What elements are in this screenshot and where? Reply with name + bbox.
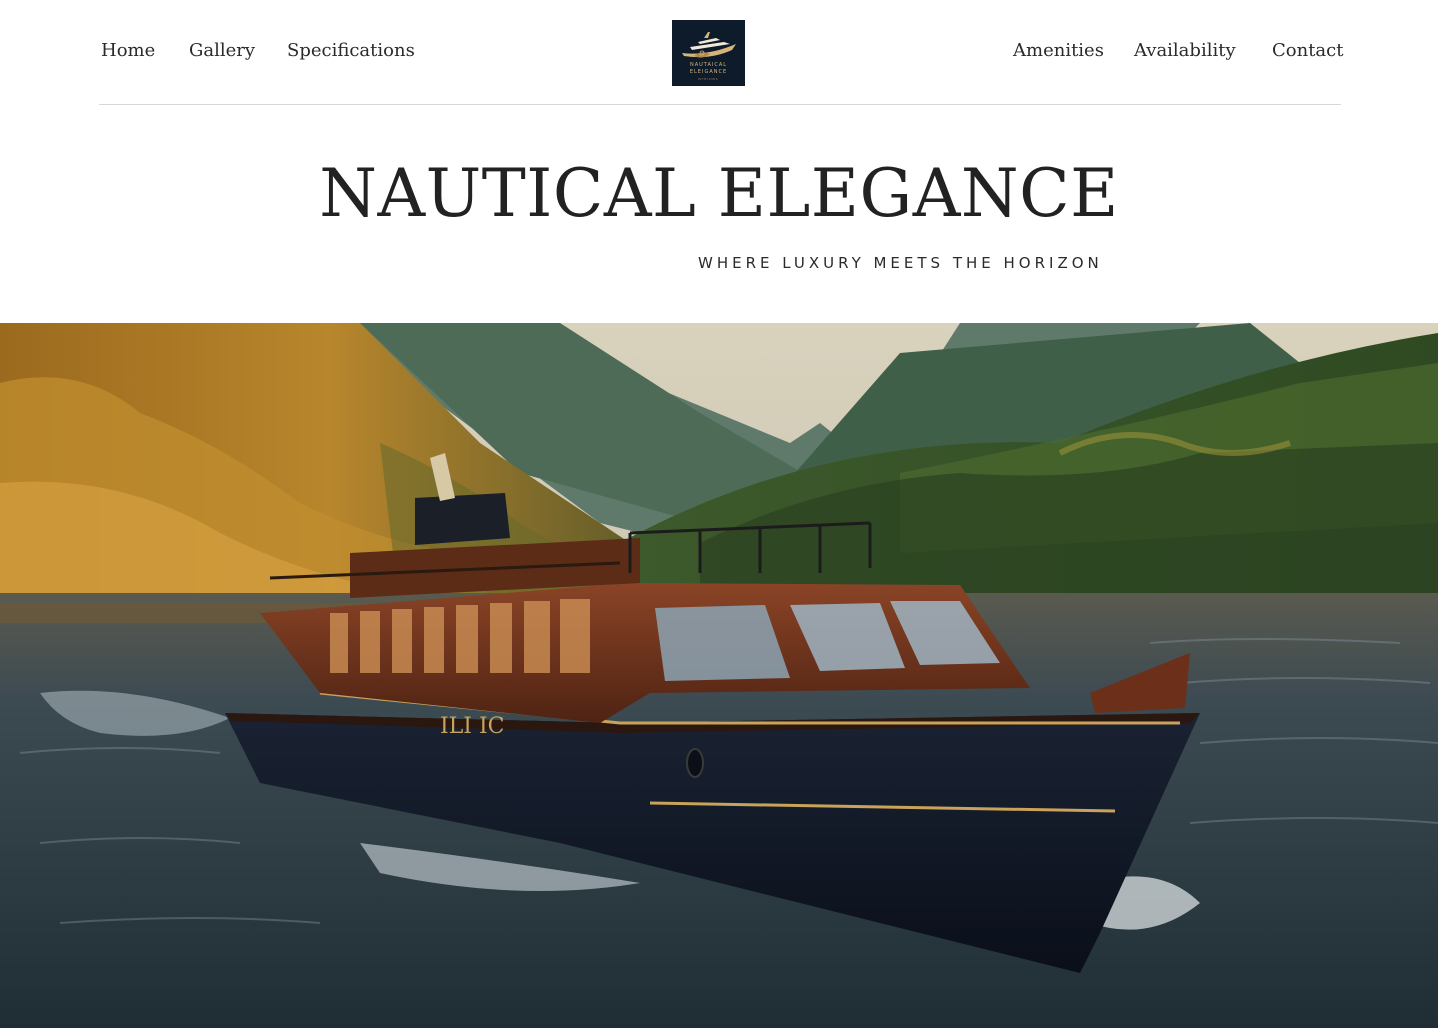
- logo-wordmark-line1: NAUTAICAL: [689, 62, 728, 68]
- yacht-river-photo-icon: ILI IC: [0, 323, 1438, 1028]
- logo-wordmark-line2: ELEIGANCE: [689, 69, 728, 75]
- hero-image: ILI IC: [0, 323, 1438, 1028]
- hero-tagline: WHERE LUXURY MEETS THE HORIZON: [698, 254, 1103, 272]
- nav-link-home[interactable]: Home: [101, 40, 155, 61]
- nav-link-amenities[interactable]: Amenities: [1013, 40, 1104, 61]
- boat-name-label: ILI IC: [440, 714, 505, 739]
- nav-link-specifications[interactable]: Specifications: [287, 40, 415, 61]
- yacht-logo-icon: [682, 32, 736, 58]
- top-navigation: Home Gallery Specifications NAUTAICAL EL…: [99, 0, 1343, 105]
- brand-logo[interactable]: NAUTAICAL ELEIGANCE NTEIONS: [672, 20, 745, 86]
- nav-link-availability[interactable]: Availability: [1134, 40, 1236, 61]
- hero-title: NAUTICAL ELEGANCE: [319, 155, 1119, 232]
- logo-wordmark-line3: NTEIONS: [698, 77, 719, 81]
- nav-link-gallery[interactable]: Gallery: [189, 40, 255, 61]
- nav-link-contact[interactable]: Contact: [1272, 40, 1343, 61]
